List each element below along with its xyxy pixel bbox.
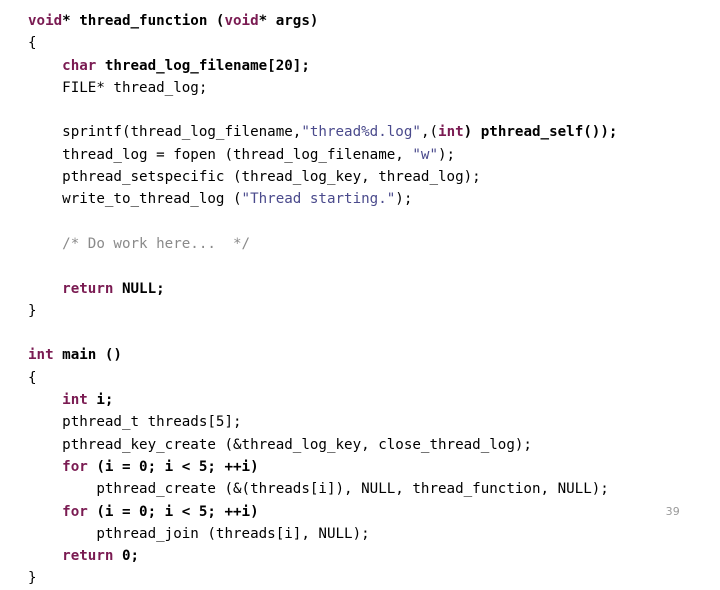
code-token: } bbox=[28, 570, 37, 587]
code-token: int bbox=[28, 347, 54, 364]
code-token: pthread_key_create (&thread_log_key, clo… bbox=[28, 436, 532, 453]
code-token: i; bbox=[87, 392, 114, 409]
code-line bbox=[28, 211, 708, 233]
code-line bbox=[28, 99, 708, 121]
code-token: { bbox=[28, 35, 37, 52]
code-token: (i = 0; i < 5; ++i) bbox=[87, 503, 259, 520]
code-line: for (i = 0; i < 5; ++i) bbox=[28, 501, 708, 523]
code-token: thread_log_filename[20]; bbox=[96, 57, 310, 74]
code-token: thread_log = fopen (thread_log_filename, bbox=[28, 146, 413, 163]
code-token: pthread_create (&(threads[i]), NULL, thr… bbox=[28, 481, 609, 498]
code-line: void* thread_function (void* args) bbox=[28, 10, 708, 32]
code-token: write_to_thread_log ( bbox=[28, 191, 242, 208]
code-token: ,( bbox=[420, 124, 439, 141]
code-line bbox=[28, 322, 708, 344]
code-token: 0; bbox=[113, 548, 140, 565]
code-token: * thread_function ( bbox=[62, 13, 225, 29]
code-line: write_to_thread_log ("Thread starting.")… bbox=[28, 188, 708, 210]
code-token: /* Do work here... */ bbox=[62, 235, 251, 252]
code-token: sprintf(thread_log_filename, bbox=[28, 124, 302, 141]
code-line: sprintf(thread_log_filename,"thread%d.lo… bbox=[28, 121, 708, 143]
code-line bbox=[28, 255, 708, 277]
code-line: char thread_log_filename[20]; bbox=[28, 55, 708, 77]
code-token: pthread_t threads[5]; bbox=[28, 414, 242, 431]
code-token: for bbox=[62, 503, 88, 520]
code-token: int bbox=[62, 392, 88, 409]
code-token: FILE* thread_log; bbox=[28, 79, 208, 96]
code-token: } bbox=[28, 302, 37, 319]
code-token: void bbox=[28, 13, 63, 29]
code-token: return bbox=[62, 280, 114, 297]
code-line: for (i = 0; i < 5; ++i) bbox=[28, 456, 708, 478]
code-line: /* Do work here... */ bbox=[28, 233, 708, 255]
code-token: "thread%d.log" bbox=[301, 124, 421, 141]
code-token: void bbox=[224, 13, 259, 29]
code-listing: void* thread_function (void* args){ char… bbox=[28, 10, 708, 590]
code-line: int i; bbox=[28, 389, 708, 411]
code-line: pthread_t threads[5]; bbox=[28, 411, 708, 433]
code-line: pthread_key_create (&thread_log_key, clo… bbox=[28, 434, 708, 456]
code-token: pthread_setspecific (thread_log_key, thr… bbox=[28, 169, 481, 186]
code-line: thread_log = fopen (thread_log_filename,… bbox=[28, 144, 708, 166]
code-token: ) pthread_self()); bbox=[463, 124, 618, 141]
code-token: return bbox=[62, 548, 114, 565]
code-token: main () bbox=[53, 347, 122, 364]
code-token: "w" bbox=[412, 146, 438, 163]
code-token: ); bbox=[395, 191, 413, 208]
code-token: int bbox=[438, 124, 464, 141]
code-token: (i = 0; i < 5; ++i) bbox=[87, 458, 259, 475]
code-token: { bbox=[28, 369, 37, 386]
code-line: } bbox=[28, 567, 708, 589]
code-token: pthread_join (threads[i], NULL); bbox=[28, 525, 370, 542]
page-number: 39 bbox=[665, 505, 680, 518]
code-token: ); bbox=[438, 146, 456, 163]
slide-canvas: void* thread_function (void* args){ char… bbox=[0, 0, 720, 586]
code-line: FILE* thread_log; bbox=[28, 77, 708, 99]
code-token: char bbox=[62, 57, 97, 74]
code-line: int main () bbox=[28, 344, 708, 366]
code-line: pthread_create (&(threads[i]), NULL, thr… bbox=[28, 478, 708, 500]
code-line: return 0; bbox=[28, 545, 708, 567]
code-line: { bbox=[28, 367, 708, 389]
code-token: * args) bbox=[258, 13, 319, 29]
code-line: pthread_setspecific (thread_log_key, thr… bbox=[28, 166, 708, 188]
code-token: for bbox=[62, 458, 88, 475]
code-line: return NULL; bbox=[28, 278, 708, 300]
code-line: { bbox=[28, 32, 708, 54]
code-line: pthread_join (threads[i], NULL); bbox=[28, 523, 708, 545]
code-token: "Thread starting." bbox=[241, 191, 396, 208]
code-token: NULL; bbox=[113, 280, 165, 297]
code-line: } bbox=[28, 300, 708, 322]
